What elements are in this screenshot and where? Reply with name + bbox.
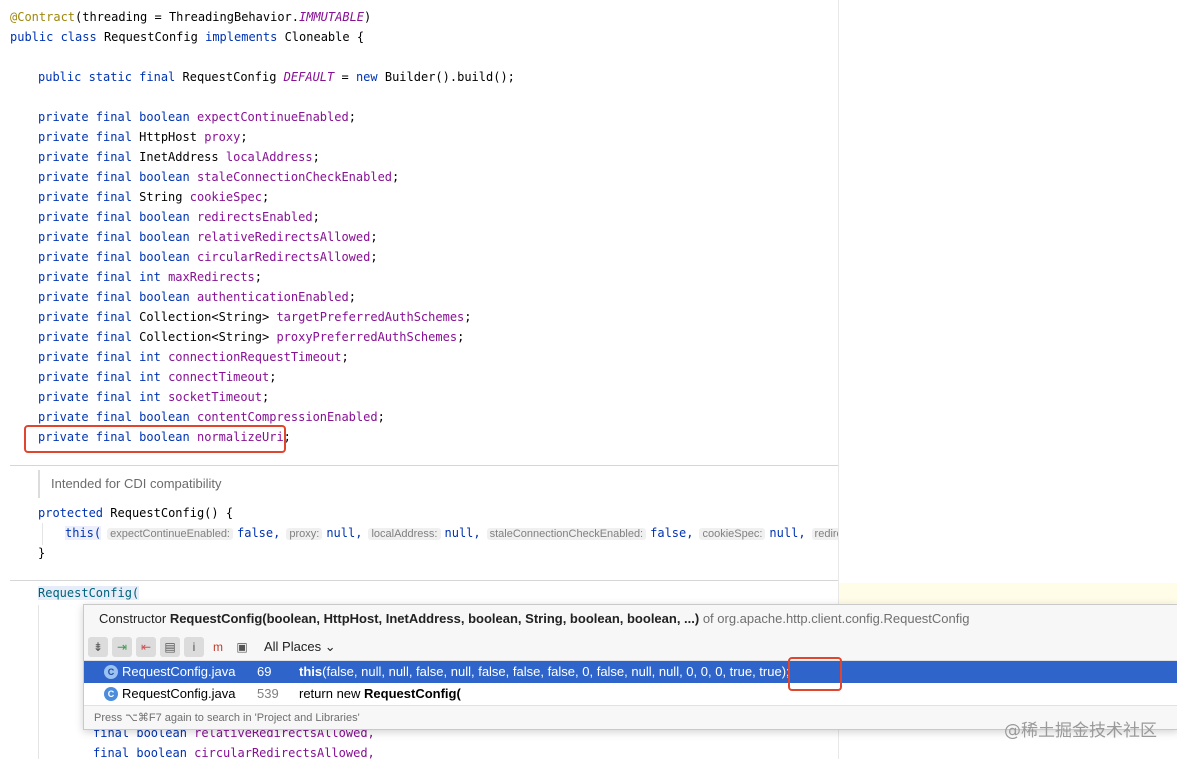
- module-icon[interactable]: m: [208, 637, 228, 657]
- scope-dropdown[interactable]: All Places ⌄: [264, 639, 336, 655]
- result-row[interactable]: C RequestConfig.java 539 return new Requ…: [84, 683, 1177, 705]
- param-hint: staleConnectionCheckEnabled:: [486, 528, 647, 540]
- param-hint: expectContinueEnabled:: [107, 528, 233, 540]
- code-line-tail-2: final boolean circularRedirectsAllowed,: [93, 746, 375, 760]
- popup-title: Constructor RequestConfig(boolean, HttpH…: [84, 605, 1177, 633]
- indent-guide: [42, 523, 43, 545]
- highlight-box-last-arg: [788, 657, 842, 691]
- param-hint: proxy:: [286, 528, 323, 540]
- field-line: private final boolean relativeRedirectsA…: [38, 230, 378, 244]
- arg-value: false,: [650, 526, 694, 540]
- field-line: private final int socketTimeout;: [38, 390, 270, 404]
- merge-icon[interactable]: ⇤: [136, 636, 156, 657]
- code-line-this-call: this(expectContinueEnabled: false, proxy: n…: [65, 523, 838, 543]
- field-line: private final int maxRedirects;: [38, 270, 263, 284]
- result-file: RequestConfig.java: [122, 686, 236, 701]
- folder-icon[interactable]: ▤: [160, 636, 180, 657]
- popup-toolbar: ⇟ ⇥ ⇤ ▤ i m ▣ All Places ⌄: [84, 633, 1177, 661]
- result-file: RequestConfig.java: [122, 664, 236, 679]
- param-hint: cookieSpec:: [699, 528, 766, 540]
- field-line: private final Collection<String> targetP…: [38, 310, 472, 324]
- field-line: private final InetAddress localAddress;: [38, 150, 320, 164]
- arg-value: null,: [769, 526, 806, 540]
- field-line: private final int connectionRequestTimeo…: [38, 350, 349, 364]
- field-line: private final String cookieSpec;: [38, 190, 270, 204]
- code-line-ctor-decl: protected RequestConfig() {: [38, 506, 234, 520]
- result-line: 69: [257, 664, 272, 679]
- code-line-ctor2: RequestConfig(: [38, 586, 140, 600]
- field-line: private final boolean expectContinueEnab…: [38, 110, 356, 124]
- arg-value: false,: [237, 526, 281, 540]
- separator: [10, 465, 838, 466]
- doc-comment: Intended for CDI compatibility: [38, 470, 222, 498]
- code-line-class-decl: public class RequestConfig implements Cl…: [10, 30, 365, 44]
- field-line: private final boolean redirectsEnabled;: [38, 210, 320, 224]
- separator-2: [10, 580, 838, 581]
- field-line: private final boolean staleConnectionChe…: [38, 170, 400, 184]
- code-line-close-brace: }: [38, 546, 46, 560]
- result-code: this(false, null, null, false, null, fal…: [299, 664, 790, 679]
- expand-icon[interactable]: ⇟: [88, 636, 108, 657]
- indent-guide-2: [38, 605, 39, 759]
- class-icon: C: [104, 665, 118, 679]
- caret-row-highlight: [839, 583, 1177, 603]
- field-line: private final int connectTimeout;: [38, 370, 277, 384]
- field-line: private final boolean contentCompression…: [38, 410, 385, 424]
- field-line: private final HttpHost proxy;: [38, 130, 248, 144]
- field-line: private final Collection<String> proxyPr…: [38, 330, 465, 344]
- highlight-box-normalizeUri: [24, 425, 286, 453]
- class-icon: C: [104, 687, 118, 701]
- code-line-default: public static final RequestConfig DEFAUL…: [38, 70, 515, 84]
- result-code: return new RequestConfig(: [299, 686, 461, 701]
- code-line-annotation: @Contract(threading = ThreadingBehavior.…: [10, 10, 372, 24]
- field-line: private final boolean circularRedirectsA…: [38, 250, 378, 264]
- navigate-icon[interactable]: ⇥: [112, 636, 132, 657]
- find-usages-popup[interactable]: Constructor RequestConfig(boolean, HttpH…: [83, 604, 1177, 730]
- result-row[interactable]: C RequestConfig.java 69 this(false, null…: [84, 661, 1177, 683]
- watermark: @稀土掘金技术社区: [1004, 721, 1157, 741]
- arg-value: null,: [326, 526, 363, 540]
- param-hint: redirectsEnabled:: [811, 528, 838, 540]
- info-icon[interactable]: i: [184, 636, 204, 657]
- field-line: private final boolean authenticationEnab…: [38, 290, 356, 304]
- arg-value: null,: [444, 526, 481, 540]
- result-line: 539: [257, 686, 279, 701]
- preview-icon[interactable]: ▣: [232, 637, 252, 657]
- param-hint: localAddress:: [368, 528, 441, 540]
